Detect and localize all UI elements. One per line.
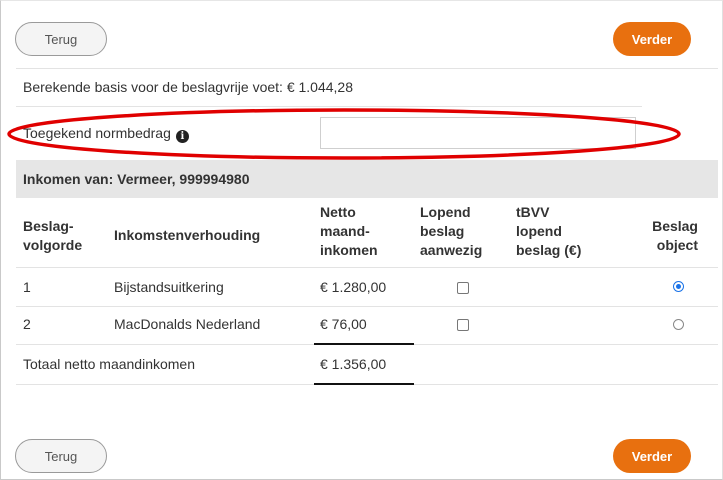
row2-order: 2 [23,316,31,332]
income-section-header: Inkomen van: Vermeer, 999994980 [16,160,718,198]
normbedrag-label: Toegekend normbedrag i [23,125,189,143]
header-lopend-line: aanwezig [420,242,483,258]
sum-line [314,343,414,345]
row1-relation: Bijstandsuitkering [114,279,224,295]
row1-lopend-checkbox[interactable] [457,282,469,294]
header-order: Beslag- volgorde [23,217,82,255]
header-netto-line: inkomen [320,242,378,258]
header-lopend-line: beslag [420,223,465,239]
row2-netto: € 76,00 [320,316,367,332]
row1-netto: € 1.280,00 [320,279,387,295]
next-button-bottom[interactable]: Verder [613,439,691,473]
back-button-top[interactable]: Terug [15,22,107,56]
divider [16,68,718,69]
row1-order: 1 [23,279,31,295]
row2-object-radio[interactable] [673,319,684,330]
next-button-top[interactable]: Verder [613,22,691,56]
header-netto-line: maand- [320,223,370,239]
header-lopend: Lopend beslag aanwezig [420,203,482,260]
header-tbvv-line: beslag (€) [516,242,582,258]
divider [16,384,314,385]
header-object: Beslag object [650,217,698,255]
header-netto-line: Netto [320,204,356,220]
sum-line [314,383,414,385]
divider [414,344,718,345]
row2-relation: MacDonalds Nederland [114,316,261,332]
back-button-bottom[interactable]: Terug [15,439,107,473]
row2-lopend-checkbox[interactable] [457,319,469,331]
divider [16,306,718,307]
divider [16,267,718,268]
header-lopend-line: Lopend [420,204,471,220]
row1-object-radio[interactable] [673,281,684,292]
normbedrag-label-text: Toegekend normbedrag [23,125,171,141]
info-icon[interactable]: i [175,130,189,143]
divider [414,384,718,385]
header-tbvv: tBVV lopend beslag (€) [516,203,581,260]
basis-text: Berekende basis voor de beslagvrije voet… [23,79,353,95]
normbedrag-input[interactable] [320,117,636,149]
divider [16,106,642,107]
header-tbvv-line: lopend [516,223,562,239]
header-object-line: Beslag [652,218,698,234]
header-relation: Inkomstenverhouding [114,227,261,243]
divider [16,344,314,345]
header-netto: Netto maand- inkomen [320,203,378,260]
total-label: Totaal netto maandinkomen [23,356,195,372]
header-tbvv-line: tBVV [516,204,550,220]
header-order-line: Beslag- [23,218,74,234]
header-order-line: volgorde [23,237,83,253]
header-object-line: object [656,237,698,253]
total-value: € 1.356,00 [320,356,387,372]
